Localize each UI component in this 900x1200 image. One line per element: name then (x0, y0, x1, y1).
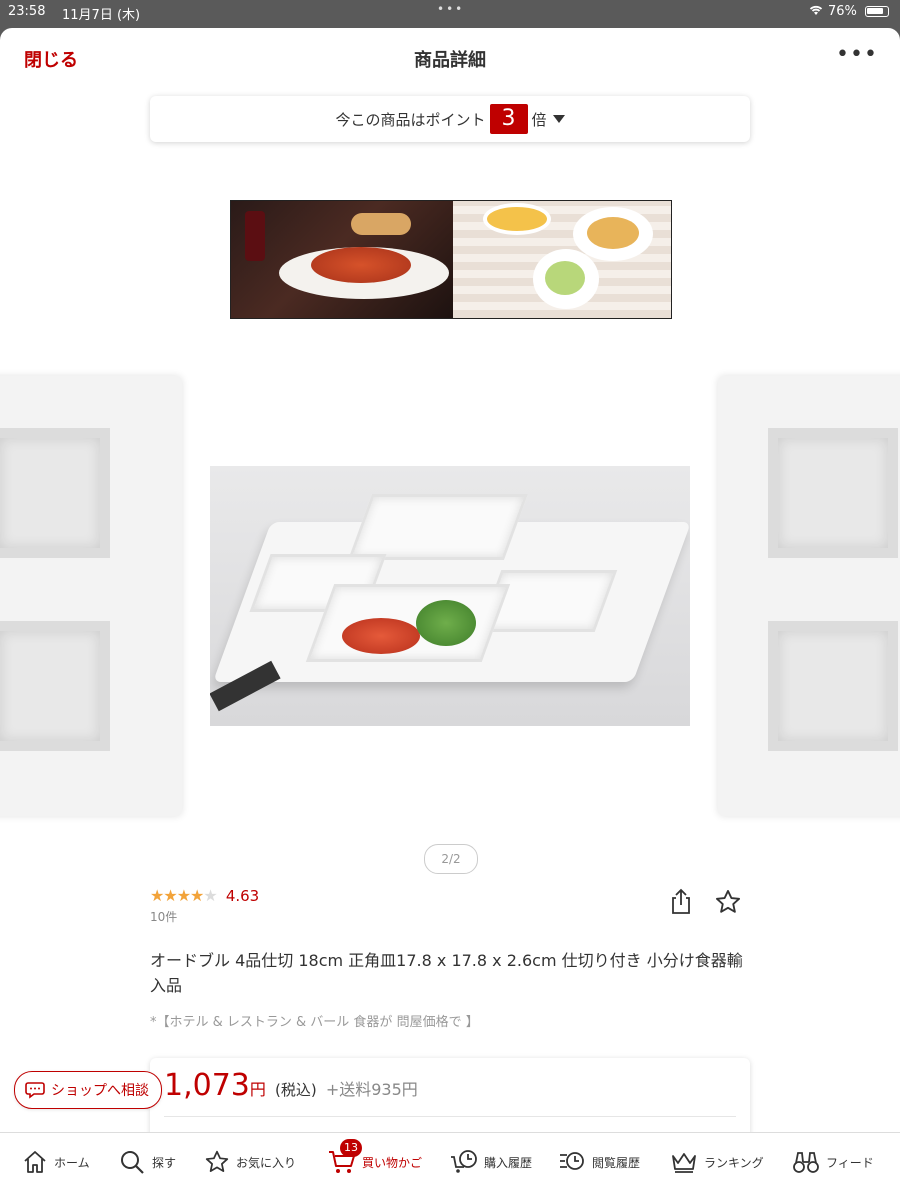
shipping-fee: +送料935円 (325, 1080, 418, 1099)
binoculars-icon (793, 1152, 819, 1173)
top-nav: 閉じる 商品詳細 ••• (0, 28, 900, 88)
tab-purchase-history[interactable]: 購入履歴 (450, 1147, 532, 1177)
rating-stars: ★★★★★ (150, 886, 218, 905)
banner-photo-appetizers (453, 201, 671, 318)
tab-label: 買い物かご (362, 1155, 423, 1170)
battery-percent: 76% (828, 4, 857, 19)
product-detail-sheet: 閉じる 商品詳細 ••• 今この商品はポイント 3 倍 2/2 ★★★★★ 4.… (0, 28, 900, 1200)
product-title: オードブル 4品仕切 18cm 正角皿17.8 x 17.8 x 2.6cm 仕… (150, 951, 743, 995)
status-time: 23:58 (8, 4, 46, 19)
carousel-main-image[interactable] (210, 466, 690, 726)
tab-search[interactable]: 探す (118, 1147, 176, 1177)
tab-label: 探す (152, 1155, 177, 1170)
banner-photo-entree (231, 201, 453, 318)
favorite-star-icon[interactable] (714, 888, 742, 916)
battery-icon (865, 6, 889, 17)
purchase-history-icon (451, 1150, 477, 1173)
price-currency: 円 (249, 1080, 266, 1099)
search-icon (121, 1151, 144, 1174)
tab-feed[interactable]: フィード (792, 1147, 874, 1177)
rating-row[interactable]: ★★★★★ 4.63 (150, 886, 259, 905)
carousel-next-image[interactable] (718, 376, 900, 816)
tab-home[interactable]: ホーム (22, 1147, 90, 1177)
divider (164, 1116, 736, 1117)
tab-label: 閲覧履歴 (592, 1155, 641, 1170)
tab-label: フィード (826, 1155, 874, 1170)
tab-browse-history[interactable]: 閲覧履歴 (558, 1147, 640, 1177)
points-prefix: 今この商品はポイント (335, 110, 486, 129)
price-row: 1,073円 (税込) +送料935円 (164, 1068, 418, 1103)
points-banner[interactable]: 今この商品はポイント 3 倍 (150, 96, 750, 142)
tab-cart[interactable]: 13 買い物かご (328, 1139, 423, 1177)
carousel-page-indicator: 2/2 (424, 844, 478, 874)
product-banner-image (230, 200, 672, 319)
wifi-icon (808, 3, 824, 21)
price-tax-label: (税込) (275, 1081, 317, 1099)
tab-ranking[interactable]: ランキング (670, 1147, 764, 1177)
cart-count-badge: 13 (340, 1139, 362, 1157)
crown-icon (672, 1153, 696, 1173)
points-multiplier: 3 (489, 104, 528, 134)
review-count[interactable]: 10件 (150, 908, 177, 925)
price-amount: 1,073 (164, 1068, 250, 1103)
tab-label: お気に入り (236, 1155, 297, 1170)
status-date: 11月7日 (木) (62, 8, 141, 23)
caret-down-icon (552, 115, 565, 123)
bottom-tab-bar: ホーム 探す お気に入り 13 買い物かご 購入履歴 閲覧履歴 ランキング フィ… (0, 1132, 900, 1200)
share-icon[interactable] (668, 888, 694, 916)
star-icon (205, 1150, 229, 1172)
status-bar: 23:58 11月7日 (木) ••• 76% (0, 0, 900, 24)
chat-icon (25, 1082, 45, 1099)
home-icon (24, 1151, 46, 1173)
rating-value: 4.63 (225, 887, 260, 905)
tab-label: 購入履歴 (484, 1155, 533, 1170)
ellipsis-icon[interactable]: ••• (836, 42, 878, 67)
product-tagline: *【ホテル & レストラン & バール 食器が 問屋価格で 】 (150, 1015, 479, 1030)
shop-consult-label: ショップへ相談 (51, 1083, 149, 1099)
page-title: 商品詳細 (414, 50, 486, 71)
points-suffix: 倍 (531, 110, 547, 129)
tab-favorites[interactable]: お気に入り (204, 1147, 296, 1177)
browse-history-icon (560, 1152, 584, 1170)
carousel-prev-image[interactable] (0, 376, 182, 816)
tab-label: ランキング (704, 1155, 764, 1170)
tab-label: ホーム (54, 1155, 90, 1170)
shop-consult-button[interactable]: ショップへ相談 (14, 1071, 162, 1109)
multitask-dots-icon[interactable]: ••• (437, 2, 464, 16)
image-carousel[interactable] (0, 376, 900, 816)
